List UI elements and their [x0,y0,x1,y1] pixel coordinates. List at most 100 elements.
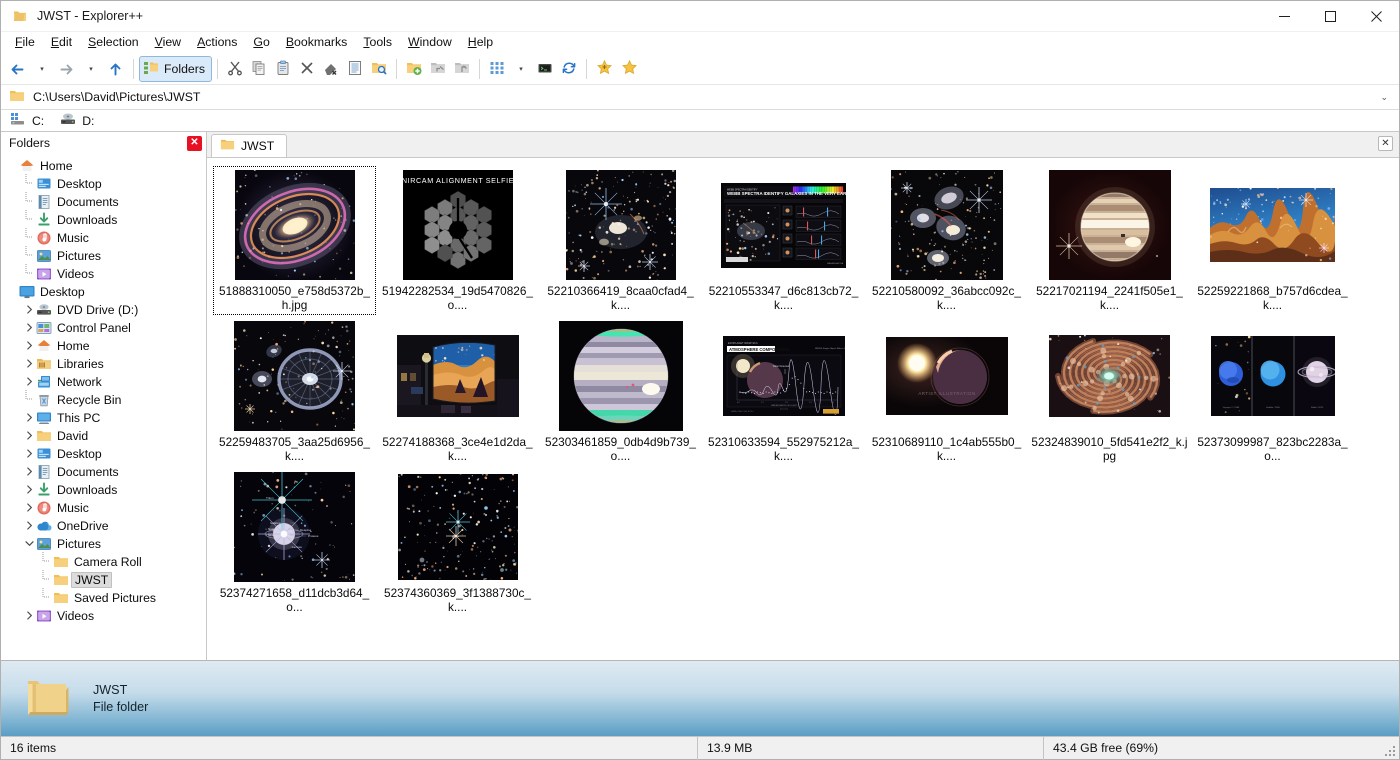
chevron-down-icon[interactable]: ⌄ [1373,92,1395,103]
views-button[interactable] [485,56,509,82]
file-item[interactable]: NIRCAM ALIGNMENT SELFIE 51942282534_19d5… [376,166,539,315]
search-button[interactable] [367,56,391,82]
delete-permanently-button[interactable] [319,56,343,82]
chevron-right-icon[interactable] [22,485,36,496]
maximize-button[interactable] [1307,1,1353,32]
back-button[interactable] [5,56,30,82]
sidebar-item-recycle-bin[interactable]: Recycle Bin [1,391,206,409]
sidebar-item-libraries[interactable]: Libraries [1,355,206,373]
folders-toggle-button[interactable]: Folders [139,56,212,82]
sidebar-item-control-panel[interactable]: Control Panel [1,319,206,337]
sidebar-item-music[interactable]: Music [1,499,206,517]
chevron-right-icon[interactable] [22,323,36,334]
chevron-right-icon[interactable] [22,467,36,478]
up-button[interactable] [103,56,128,82]
file-item[interactable]: 52259483705_3aa25d6956_k.... [213,317,376,466]
copy-to-button[interactable] [426,56,450,82]
menu-bookmarks[interactable]: Bookmarks [278,33,356,53]
sidebar-item-saved-pictures[interactable]: Saved Pictures [1,589,206,607]
menu-window[interactable]: Window [400,33,460,53]
chevron-right-icon[interactable] [22,431,36,442]
sidebar-item-david[interactable]: David [1,427,206,445]
file-item[interactable]: WEBB SPECTRA IDENTIFY WEBB SPECTRA IDENT… [702,166,865,315]
file-item[interactable]: 52374360369_3f1388730c_k.... [376,468,539,617]
sidebar-item-camera-roll[interactable]: Camera Roll [1,553,206,571]
sidebar-item-desktop[interactable]: Desktop [1,175,206,193]
chevron-right-icon[interactable] [22,521,36,532]
sidebar-item-network[interactable]: Network [1,373,206,391]
close-tab-button[interactable]: ✕ [1378,136,1393,151]
menu-tools[interactable]: Tools [355,33,400,53]
sidebar-item-documents[interactable]: Documents [1,193,206,211]
file-item[interactable]: ARTIST ILLUSTRATION52310689110_1c4ab555b… [865,317,1028,466]
file-item[interactable]: 52259221868_b757d6cdea_k.... [1191,166,1354,315]
new-folder-button[interactable] [402,56,426,82]
file-item[interactable]: 52210580092_36abcc092c_k.... [865,166,1028,315]
chevron-right-icon[interactable] [22,503,36,514]
terminal-button[interactable] [533,56,557,82]
chevron-right-icon[interactable] [22,359,36,370]
sidebar-item-music[interactable]: Music [1,229,206,247]
sidebar-item-jwst[interactable]: JWST [1,571,206,589]
sidebar-item-pictures[interactable]: Pictures [1,247,206,265]
file-item[interactable]: 51888310050_e758d5372b_h.jpg [213,166,376,315]
chevron-right-icon[interactable] [22,413,36,424]
menu-actions[interactable]: Actions [189,33,245,53]
move-to-button[interactable] [450,56,474,82]
menu-view[interactable]: View [147,33,189,53]
file-item[interactable]: Voyager 2 / 1986Hubble / 2005Webb / 2023… [1191,317,1354,466]
cut-button[interactable] [223,56,247,82]
copy-button[interactable] [247,56,271,82]
menu-help[interactable]: Help [460,33,501,53]
add-bookmark-button[interactable] [592,56,617,82]
file-item[interactable]: EXOPLANET WASP-96 b ATMOSPHERE COMPOSITI… [702,317,865,466]
file-item[interactable]: TritonGalateaNaiadThalassa DespinaProteu… [213,468,376,617]
sidebar-item-dvd-drive-d[interactable]: DVD Drive (D:) [1,301,206,319]
back-dropdown-caret-icon[interactable]: ▾ [30,56,54,82]
sidebar-item-home[interactable]: Home [1,337,206,355]
file-item[interactable]: 52303461859_0db4d9b739_o.... [539,317,702,466]
chevron-right-icon[interactable] [22,377,36,388]
address-bar[interactable]: C:\Users\David\Pictures\JWST ⌄ [1,85,1399,110]
chevron-right-icon[interactable] [22,611,36,622]
sidebar-close-button[interactable]: ✕ [187,136,202,151]
sidebar-item-downloads[interactable]: Downloads [1,481,206,499]
sidebar-item-home[interactable]: Home [1,157,206,175]
bookmarks-button[interactable] [617,56,642,82]
paste-button[interactable] [271,56,295,82]
chevron-down-icon[interactable] [22,539,36,550]
menu-edit[interactable]: Edit [43,33,80,53]
file-item[interactable]: 52217021194_2241f505e1_k.... [1028,166,1191,315]
menu-go[interactable]: Go [245,33,277,53]
sidebar-item-videos[interactable]: Videos [1,265,206,283]
chevron-right-icon[interactable] [22,305,36,316]
properties-button[interactable] [343,56,367,82]
menu-file[interactable]: File [7,33,43,53]
sidebar-item-desktop[interactable]: Desktop [1,445,206,463]
chevron-right-icon[interactable] [22,449,36,460]
file-item[interactable]: 52324839010_5fd541e2f2_k.jpg [1028,317,1191,466]
refresh-button[interactable] [557,56,581,82]
delete-button[interactable] [295,56,319,82]
close-button[interactable] [1353,1,1399,32]
sidebar-item-documents[interactable]: Documents [1,463,206,481]
files-pane[interactable]: 51888310050_e758d5372b_h.jpg NIRCAM ALIG… [207,157,1399,660]
sidebar-item-videos[interactable]: Videos [1,607,206,625]
address-path-text[interactable]: C:\Users\David\Pictures\JWST [33,90,1373,104]
sidebar-item-onedrive[interactable]: OneDrive [1,517,206,535]
sidebar-item-this-pc[interactable]: This PC [1,409,206,427]
chevron-right-icon[interactable] [22,341,36,352]
minimize-button[interactable] [1261,1,1307,32]
menu-selection[interactable]: Selection [80,33,147,53]
views-dropdown-caret-icon[interactable]: ▾ [509,56,533,82]
sidebar-item-desktop[interactable]: Desktop [1,283,206,301]
folder-tree[interactable]: HomeDesktopDocumentsDownloadsMusicPictur… [1,154,206,660]
drive-c[interactable]: C: [8,110,50,131]
forward-button[interactable] [54,56,79,82]
file-item[interactable]: 52274188368_3ce4e1d2da_k.... [376,317,539,466]
sidebar-item-pictures[interactable]: Pictures [1,535,206,553]
file-item[interactable]: 52210366419_8caa0cfad4_k.... [539,166,702,315]
tab-jwst[interactable]: JWST [211,134,287,157]
drive-d[interactable]: D: [58,110,100,131]
resize-grip-icon[interactable] [1385,746,1397,758]
